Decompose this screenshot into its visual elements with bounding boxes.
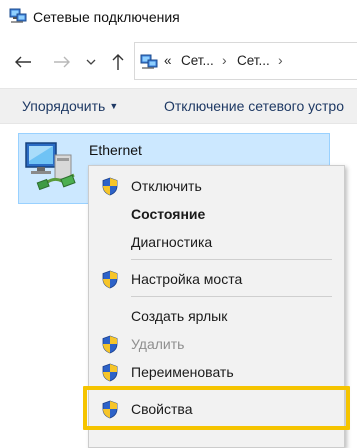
menu-item-properties[interactable]: Свойства bbox=[89, 396, 344, 422]
breadcrumb-item-1[interactable]: Сет... bbox=[181, 53, 214, 68]
uac-shield-icon bbox=[102, 177, 118, 196]
address-bar[interactable]: « Сет... › Сет... › bbox=[134, 42, 357, 80]
forward-button[interactable] bbox=[51, 51, 73, 73]
menu-item-label: Отключить bbox=[131, 178, 202, 194]
menu-item-label: Удалить bbox=[131, 336, 185, 352]
menu-item-create-shortcut[interactable]: Создать ярлык bbox=[89, 303, 344, 329]
recent-locations-button[interactable] bbox=[83, 51, 99, 73]
network-connections-icon bbox=[9, 8, 27, 23]
uac-shield-icon bbox=[102, 400, 118, 419]
menu-item-label: Создать ярлык bbox=[131, 308, 228, 324]
menu-separator bbox=[131, 259, 332, 260]
menu-item-bridge[interactable]: Настройка моста bbox=[89, 266, 344, 292]
menu-item-status[interactable]: Состояние bbox=[89, 201, 344, 227]
arrow-up-icon bbox=[112, 54, 124, 70]
breadcrumb-separator[interactable]: › bbox=[278, 52, 283, 68]
menu-item-disable[interactable]: Отключить bbox=[89, 173, 344, 199]
menu-item-label: Состояние bbox=[131, 206, 206, 222]
menu-item-label: Переименовать bbox=[131, 364, 234, 380]
command-bar: Упорядочить ▼ Отключение сетевого устро bbox=[0, 88, 357, 124]
menu-separator bbox=[131, 389, 332, 390]
organize-label: Упорядочить bbox=[22, 98, 106, 114]
menu-item-label: Диагностика bbox=[131, 234, 213, 250]
menu-item-delete[interactable]: Удалить bbox=[89, 331, 344, 357]
item-name: Ethernet bbox=[89, 142, 142, 158]
menu-separator bbox=[131, 296, 332, 297]
menu-item-label: Свойства bbox=[131, 401, 193, 417]
chevron-down-icon bbox=[86, 59, 96, 65]
uac-shield-icon bbox=[102, 335, 118, 354]
up-button[interactable] bbox=[107, 51, 129, 73]
ethernet-adapter-icon bbox=[25, 142, 76, 191]
uac-shield-icon bbox=[102, 363, 118, 382]
arrow-right-icon bbox=[54, 56, 70, 68]
back-button[interactable] bbox=[12, 51, 34, 73]
breadcrumb-item-2[interactable]: Сет... bbox=[237, 53, 270, 68]
title-bar: Сетевые подключения bbox=[0, 0, 357, 34]
caret-down-icon: ▼ bbox=[109, 101, 119, 111]
network-connections-icon bbox=[140, 54, 158, 69]
window-title: Сетевые подключения bbox=[33, 9, 180, 25]
context-menu: Отключить Состояние Диагностика Настройк… bbox=[88, 165, 345, 448]
breadcrumb-overflow[interactable]: « bbox=[164, 53, 172, 68]
disable-network-device-button[interactable]: Отключение сетевого устро bbox=[164, 98, 344, 114]
breadcrumb-separator[interactable]: › bbox=[222, 52, 227, 68]
arrow-left-icon bbox=[15, 56, 31, 68]
menu-item-rename[interactable]: Переименовать bbox=[89, 359, 344, 385]
menu-item-diagnose[interactable]: Диагностика bbox=[89, 229, 344, 255]
organize-button[interactable]: Упорядочить ▼ bbox=[22, 98, 118, 114]
menu-item-label: Настройка моста bbox=[131, 271, 243, 287]
uac-shield-icon bbox=[102, 270, 118, 289]
